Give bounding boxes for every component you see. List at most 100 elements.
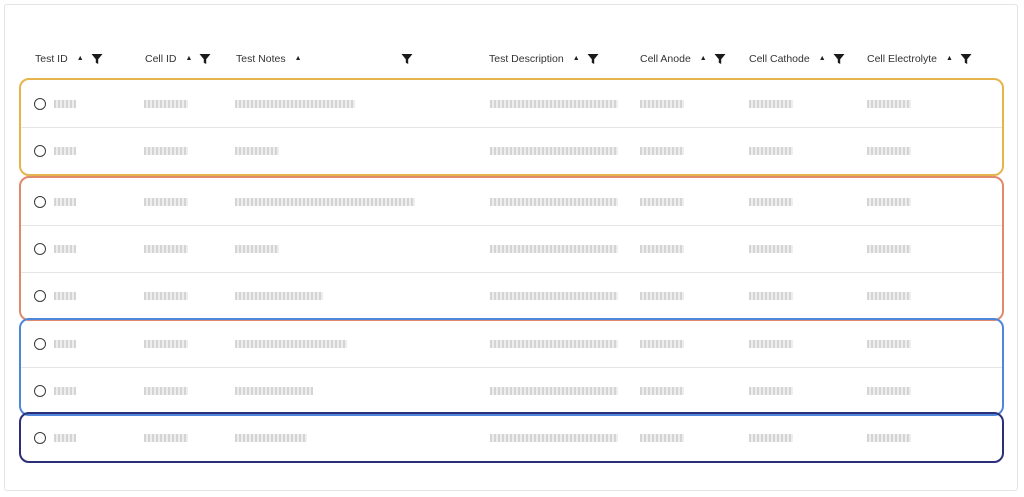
row-group <box>19 318 1004 416</box>
cell-id-value <box>144 433 188 442</box>
test-description-value <box>490 387 618 395</box>
test-notes-value <box>235 387 313 395</box>
filter-icon[interactable] <box>714 53 726 65</box>
column-label: Test ID <box>35 53 68 65</box>
cell-cathode-value <box>749 339 793 348</box>
row-select-radio[interactable] <box>34 385 46 397</box>
row-select-radio[interactable] <box>34 431 46 444</box>
test-description-value <box>490 339 618 348</box>
table-row[interactable] <box>21 127 1002 174</box>
filter-icon[interactable] <box>401 53 413 65</box>
cell-anode-value <box>640 245 684 253</box>
cell-anode-value <box>640 99 684 108</box>
test-notes-value <box>235 245 279 253</box>
column-label: Cell Cathode <box>749 53 810 65</box>
sort-ascending-icon[interactable]: ▲ <box>700 55 707 62</box>
filter-icon[interactable] <box>199 53 211 65</box>
row-group <box>19 78 1004 176</box>
cell-cathode-value <box>749 433 793 442</box>
cell-electrolyte-value <box>867 387 911 395</box>
filter-icon[interactable] <box>91 53 103 65</box>
cell-anode-value <box>640 147 684 155</box>
column-label: Cell Anode <box>640 53 691 65</box>
test-notes-value <box>235 292 323 300</box>
test-id-value <box>54 245 76 253</box>
column-label: Cell Electrolyte <box>867 53 938 65</box>
column-header-cell-electrolyte[interactable]: Cell Electrolyte ▲ <box>867 49 972 69</box>
column-header-test-description[interactable]: Test Description ▲ <box>489 49 599 69</box>
test-description-value <box>490 292 618 300</box>
test-id-value <box>54 387 76 395</box>
table-row[interactable] <box>21 414 1002 461</box>
cell-id-value <box>144 147 188 155</box>
column-label: Test Description <box>489 53 564 65</box>
cell-anode-value <box>640 197 684 206</box>
column-header-cell-anode[interactable]: Cell Anode ▲ <box>640 49 726 69</box>
test-description-value <box>490 147 618 155</box>
column-header-cell-cathode[interactable]: Cell Cathode ▲ <box>749 49 845 69</box>
cell-cathode-value <box>749 197 793 206</box>
filter-icon[interactable] <box>960 53 972 65</box>
test-id-value <box>54 339 76 348</box>
test-notes-value <box>235 339 347 348</box>
sort-ascending-icon[interactable]: ▲ <box>295 55 302 62</box>
cell-id-value <box>144 99 188 108</box>
cell-electrolyte-value <box>867 147 911 155</box>
cell-electrolyte-value <box>867 197 911 206</box>
table-row[interactable] <box>21 178 1002 225</box>
test-notes-value <box>235 99 355 108</box>
cell-cathode-value <box>749 387 793 395</box>
column-label: Cell ID <box>145 53 177 65</box>
cell-anode-value <box>640 292 684 300</box>
table-row[interactable] <box>21 80 1002 127</box>
row-select-radio[interactable] <box>34 243 46 255</box>
column-header-test-notes[interactable]: Test Notes ▲ <box>236 49 302 69</box>
cell-anode-value <box>640 433 684 442</box>
cell-anode-value <box>640 339 684 348</box>
row-select-radio[interactable] <box>34 97 46 110</box>
cell-cathode-value <box>749 147 793 155</box>
test-id-value <box>54 99 76 108</box>
cell-electrolyte-value <box>867 339 911 348</box>
table-row[interactable] <box>21 225 1002 272</box>
cell-id-value <box>144 292 188 300</box>
row-select-radio[interactable] <box>34 290 46 302</box>
test-description-value <box>490 197 618 206</box>
test-description-value <box>490 433 618 442</box>
cell-id-value <box>144 339 188 348</box>
table-row[interactable] <box>21 320 1002 367</box>
column-header-test-id[interactable]: Test ID ▲ <box>35 49 103 69</box>
cell-electrolyte-value <box>867 292 911 300</box>
test-description-value <box>490 99 618 108</box>
test-id-value <box>54 197 76 206</box>
column-header-cell-id[interactable]: Cell ID ▲ <box>145 49 211 69</box>
sort-ascending-icon[interactable]: ▲ <box>819 55 826 62</box>
table-row[interactable] <box>21 272 1002 319</box>
row-select-radio[interactable] <box>34 145 46 157</box>
filter-icon[interactable] <box>833 53 845 65</box>
test-notes-value <box>235 147 279 155</box>
cell-cathode-value <box>749 245 793 253</box>
table-row[interactable] <box>21 367 1002 414</box>
sort-ascending-icon[interactable]: ▲ <box>946 55 953 62</box>
test-notes-value <box>235 197 415 206</box>
row-select-radio[interactable] <box>34 337 46 350</box>
cell-id-value <box>144 197 188 206</box>
row-group <box>19 176 1004 321</box>
sort-ascending-icon[interactable]: ▲ <box>573 55 580 62</box>
cell-cathode-value <box>749 292 793 300</box>
test-notes-value <box>235 433 307 442</box>
sort-ascending-icon[interactable]: ▲ <box>186 55 193 62</box>
sort-ascending-icon[interactable]: ▲ <box>77 55 84 62</box>
row-group <box>19 412 1004 463</box>
cell-electrolyte-value <box>867 245 911 253</box>
row-select-radio[interactable] <box>34 195 46 208</box>
table-header: Test ID ▲ Cell ID ▲ Test Notes ▲ Test De… <box>5 49 1017 69</box>
cell-id-value <box>144 245 188 253</box>
test-id-value <box>54 433 76 442</box>
cell-anode-value <box>640 387 684 395</box>
filter-icon[interactable] <box>587 53 599 65</box>
cell-id-value <box>144 387 188 395</box>
cell-electrolyte-value <box>867 433 911 442</box>
test-id-value <box>54 147 76 155</box>
